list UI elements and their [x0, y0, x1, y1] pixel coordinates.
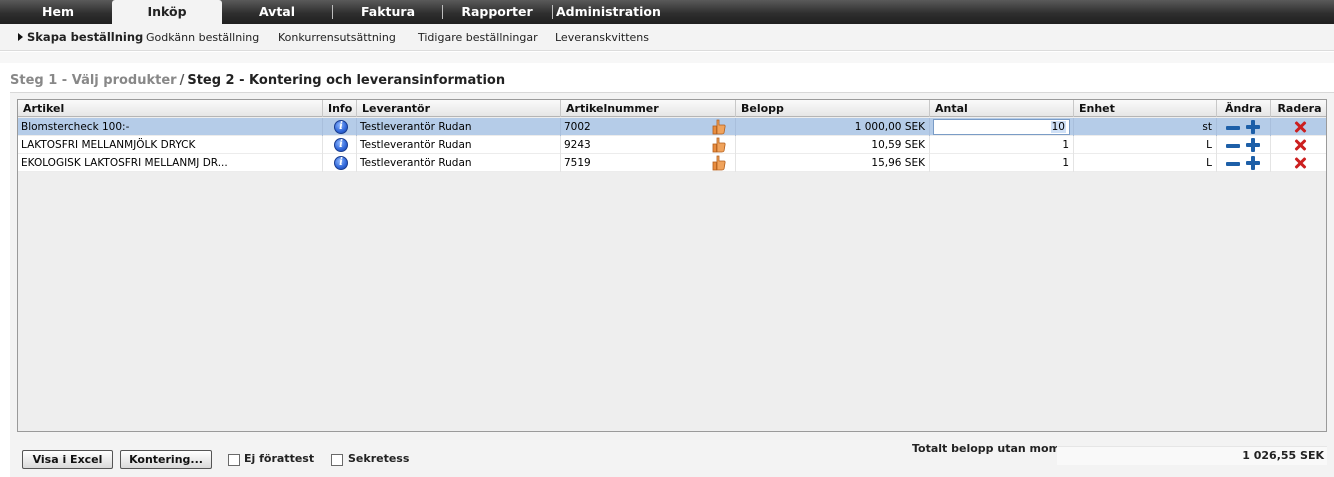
cell-artikel: Blomstercheck 100:- [18, 118, 323, 136]
delete-icon[interactable] [1294, 157, 1306, 169]
cell-andra [1217, 118, 1271, 136]
col-leverantor[interactable]: Leverantör [357, 100, 561, 117]
total-box: 1 026,55 SEK [1057, 446, 1327, 465]
minus-icon[interactable] [1226, 162, 1240, 166]
minus-icon[interactable] [1226, 144, 1240, 148]
col-radera: Radera [1277, 102, 1322, 115]
plus-icon[interactable] [1246, 120, 1260, 134]
breadcrumb: Steg 1 - Välj produkter / Steg 2 - Konteri… [10, 73, 505, 88]
artikelnummer-text: 7002 [564, 121, 591, 133]
subnav-konkurrensutsattning[interactable]: Konkurrensutsättning [278, 24, 396, 51]
table-header: Artikel Info Leverantör Artikelnummer Be… [18, 100, 1326, 117]
sub-navigation: Skapa beställning Godkänn beställning Ko… [0, 24, 1334, 51]
cell-artikelnummer: 9243 [561, 136, 736, 154]
cell-info [323, 118, 357, 136]
table-row[interactable]: EKOLOGISK LAKTOSFRI MELLANMJ DR... Testl… [18, 154, 1326, 172]
breadcrumb-separator: / [179, 73, 185, 88]
subnav-godkann-bestallning[interactable]: Godkänn beställning [146, 24, 259, 51]
tab-inkop[interactable]: Inköp [112, 0, 222, 24]
col-enhet[interactable]: Enhet [1074, 100, 1217, 117]
subnav-skapa-bestallning[interactable]: Skapa beställning [18, 24, 143, 51]
total-label: Totalt belopp utan moms [912, 442, 1067, 455]
cell-belopp: 15,96 SEK [736, 154, 930, 172]
info-icon[interactable] [334, 120, 348, 134]
plus-icon[interactable] [1246, 138, 1260, 152]
artikelnummer-text: 9243 [564, 139, 591, 151]
cell-belopp: 1 000,00 SEK [736, 118, 930, 136]
cell-antal[interactable]: 1 [930, 136, 1074, 154]
ej-forattest-checkbox[interactable] [228, 454, 240, 466]
cell-antal: 10 [930, 118, 1074, 136]
info-icon[interactable] [334, 138, 348, 152]
cell-artikel: EKOLOGISK LAKTOSFRI MELLANMJ DR... [18, 154, 323, 172]
top-navigation: Hem Inköp Avtal Faktura Rapporter Admini… [0, 0, 1334, 24]
artikelnummer-text: 7519 [564, 157, 591, 169]
triangle-right-icon [18, 33, 23, 41]
cell-leverantor: Testleverantör Rudan [357, 136, 561, 154]
thumbs-up-icon[interactable] [712, 119, 726, 135]
tab-rapporter[interactable]: Rapporter [443, 0, 551, 24]
cell-andra [1217, 154, 1271, 172]
tab-divider [552, 5, 553, 19]
col-andra: Ändra [1217, 100, 1271, 117]
sekretess-checkbox[interactable] [331, 454, 343, 466]
order-panel: Artikel Info Leverantör Artikelnummer Be… [10, 92, 1334, 477]
col-antal[interactable]: Antal [930, 100, 1074, 117]
order-table: Artikel Info Leverantör Artikelnummer Be… [17, 99, 1327, 432]
cell-enhet: L [1074, 136, 1217, 154]
col-info[interactable]: Info [323, 100, 357, 117]
thumbs-up-icon[interactable] [712, 155, 726, 171]
ej-forattest-label: Ej förattest [244, 452, 315, 465]
kontering-button[interactable]: Kontering... [120, 450, 212, 469]
quantity-input[interactable]: 10 [933, 119, 1070, 135]
sekretess-label: Sekretess [348, 452, 410, 465]
table-row[interactable]: LAKTOSFRI MELLANMJÖLK DRYCK Testleverant… [18, 136, 1326, 154]
cell-radera [1271, 136, 1326, 154]
col-artikel[interactable]: Artikel [18, 100, 323, 117]
cell-artikelnummer: 7519 [561, 154, 736, 172]
quantity-value: 10 [1050, 121, 1066, 133]
cell-leverantor: Testleverantör Rudan [357, 154, 561, 172]
subnav-leveranskvittens[interactable]: Leveranskvittens [555, 24, 649, 51]
cell-artikelnummer: 7002 [561, 118, 736, 136]
visa-i-excel-button[interactable]: Visa i Excel [22, 450, 113, 469]
info-icon[interactable] [334, 156, 348, 170]
cell-leverantor: Testleverantör Rudan [357, 118, 561, 136]
thumbs-up-icon[interactable] [712, 137, 726, 153]
table-row[interactable]: Blomstercheck 100:- Testleverantör Rudan… [18, 118, 1326, 136]
cell-radera [1271, 118, 1326, 136]
tab-hem[interactable]: Hem [14, 0, 102, 24]
cell-antal[interactable]: 1 [930, 154, 1074, 172]
cell-info [323, 136, 357, 154]
cell-andra [1217, 136, 1271, 154]
breadcrumb-step2: Steg 2 - Kontering och leveransinformati… [187, 73, 506, 88]
breadcrumb-step1[interactable]: Steg 1 - Välj produkter [10, 73, 177, 88]
tab-avtal[interactable]: Avtal [222, 0, 332, 24]
tab-administration[interactable]: Administration [556, 0, 661, 24]
subnav-tidigare-bestallningar[interactable]: Tidigare beställningar [418, 24, 538, 51]
cell-artikel: LAKTOSFRI MELLANMJÖLK DRYCK [18, 136, 323, 154]
cell-radera [1271, 154, 1326, 172]
subnav-label: Skapa beställning [27, 30, 144, 44]
content-strip [0, 52, 1334, 63]
minus-icon[interactable] [1226, 126, 1240, 130]
cell-belopp: 10,59 SEK [736, 136, 930, 154]
delete-icon[interactable] [1294, 139, 1306, 151]
cell-enhet: L [1074, 154, 1217, 172]
plus-icon[interactable] [1246, 156, 1260, 170]
cell-enhet: st [1074, 118, 1217, 136]
cell-info [323, 154, 357, 172]
total-value: 1 026,55 SEK [1242, 449, 1324, 462]
delete-icon[interactable] [1294, 121, 1306, 133]
col-belopp[interactable]: Belopp [736, 100, 930, 117]
col-artikelnummer[interactable]: Artikelnummer [561, 100, 736, 117]
tab-faktura[interactable]: Faktura [333, 0, 443, 24]
